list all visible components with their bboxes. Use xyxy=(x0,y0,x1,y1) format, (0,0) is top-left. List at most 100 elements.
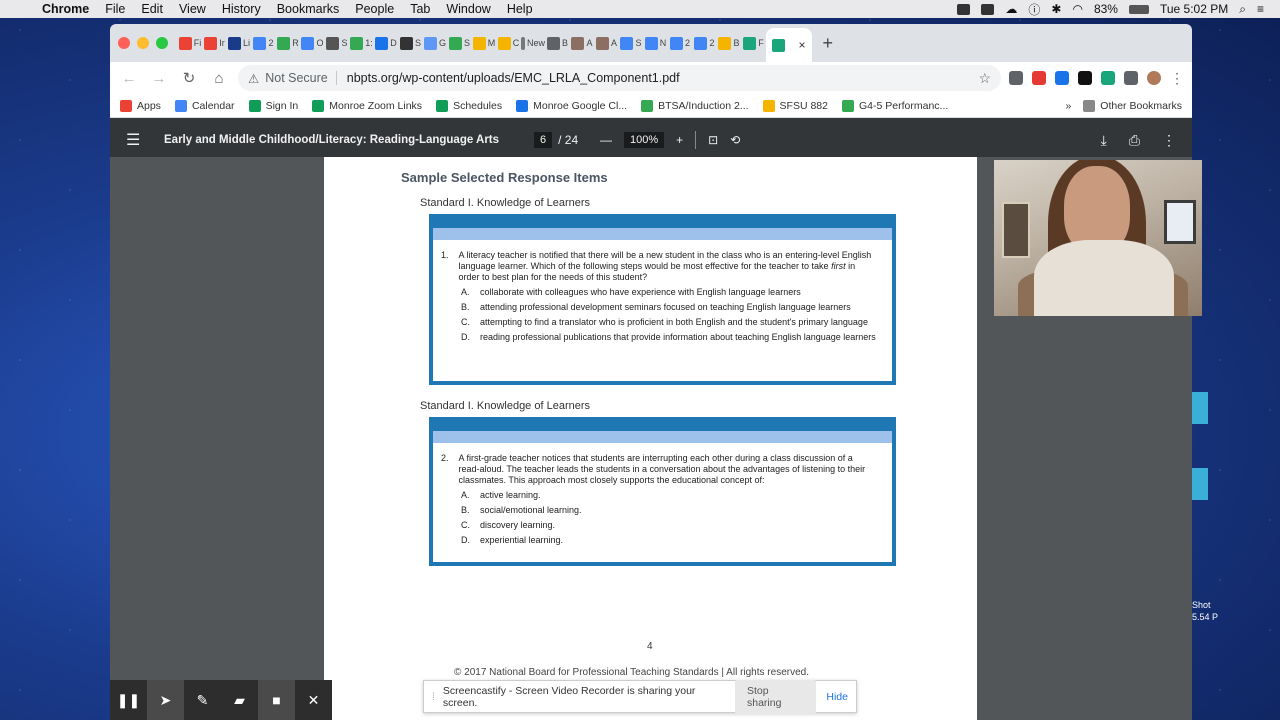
puzzle-extensions-icon[interactable] xyxy=(1124,71,1138,85)
profile-avatar[interactable] xyxy=(1147,71,1161,85)
extension-icon[interactable] xyxy=(1078,71,1092,85)
tab[interactable]: 2 xyxy=(693,28,717,58)
tab[interactable]: B xyxy=(717,28,741,58)
menu-window[interactable]: Window xyxy=(438,2,498,16)
extension-icon[interactable] xyxy=(1009,71,1023,85)
menu-tab[interactable]: Tab xyxy=(402,2,438,16)
hamburger-menu-icon[interactable]: ☰ xyxy=(126,130,148,150)
tab[interactable]: R xyxy=(276,28,300,58)
desktop-icon[interactable] xyxy=(1192,392,1208,424)
screencastify-status-icon[interactable] xyxy=(981,3,995,15)
menu-help[interactable]: Help xyxy=(499,2,541,16)
pause-icon[interactable]: ❚❚ xyxy=(110,680,147,720)
menu-people[interactable]: People xyxy=(347,2,402,16)
tab[interactable]: S xyxy=(399,28,423,58)
print-icon[interactable]: ⎙ xyxy=(1129,132,1140,149)
close-tab-icon[interactable]: × xyxy=(798,38,805,52)
bookmark-star-icon[interactable]: ☆ xyxy=(978,70,991,87)
tab[interactable]: Ir xyxy=(203,28,227,58)
tab[interactable]: F xyxy=(742,28,766,58)
zoom-window-button[interactable] xyxy=(156,37,168,49)
back-arrow-icon[interactable]: ← xyxy=(118,70,140,87)
menu-history[interactable]: History xyxy=(214,2,269,16)
reload-icon[interactable]: ↻ xyxy=(178,69,200,87)
kebab-menu-icon[interactable]: ⋮ xyxy=(1170,70,1184,87)
tab[interactable]: 2 xyxy=(252,28,276,58)
new-tab-button[interactable]: + xyxy=(823,33,834,54)
tab[interactable]: O xyxy=(301,28,325,58)
tab[interactable]: D xyxy=(374,28,398,58)
bookmark-item[interactable]: Sign In xyxy=(248,99,298,112)
eraser-icon[interactable]: ▰ xyxy=(221,680,258,720)
page-input[interactable]: 6 xyxy=(534,132,553,148)
tab[interactable]: Li xyxy=(227,28,251,58)
bluetooth-icon[interactable]: ✱ xyxy=(1051,2,1061,16)
bookmark-item[interactable]: Apps xyxy=(120,99,161,112)
bookmark-item[interactable]: Calendar xyxy=(174,99,235,112)
menu-edit[interactable]: Edit xyxy=(133,2,171,16)
tab[interactable]: 1: xyxy=(350,28,374,58)
bookmark-item[interactable]: G4-5 Performanc... xyxy=(842,99,948,112)
tab[interactable]: A xyxy=(570,28,594,58)
menu-view[interactable]: View xyxy=(171,2,214,16)
cloud-icon[interactable]: ☁ xyxy=(1005,2,1017,16)
desktop-icon[interactable] xyxy=(1192,468,1208,500)
bookmark-item[interactable]: Monroe Google Cl... xyxy=(516,99,627,112)
bookmark-item[interactable]: Monroe Zoom Links xyxy=(312,99,422,112)
chevron-more-icon[interactable]: » xyxy=(1065,100,1071,112)
tab[interactable]: C xyxy=(497,28,521,58)
rotate-icon[interactable]: ⟲ xyxy=(730,133,740,147)
other-bookmarks[interactable]: Other Bookmarks xyxy=(1083,99,1182,112)
tab[interactable]: S xyxy=(619,28,643,58)
bookmark-item[interactable]: SFSU 882 xyxy=(762,99,828,112)
tab[interactable]: S xyxy=(325,28,349,58)
close-window-button[interactable] xyxy=(118,37,130,49)
wifi-icon[interactable]: ◠ xyxy=(1072,2,1082,16)
fit-page-icon[interactable]: ⊡ xyxy=(708,133,718,147)
tab[interactable]: New xyxy=(521,28,545,58)
more-options-icon[interactable]: ⋮ xyxy=(1162,132,1176,149)
webcam-toggle-icon[interactable]: ■ xyxy=(258,680,295,720)
forward-arrow-icon[interactable]: → xyxy=(148,70,170,87)
tab-active[interactable]: × xyxy=(766,28,812,62)
webcam-overlay[interactable] xyxy=(994,160,1202,316)
tab[interactable]: S xyxy=(448,28,472,58)
zoom-in-icon[interactable]: + xyxy=(676,133,683,147)
extension-icon[interactable] xyxy=(1101,71,1115,85)
download-icon[interactable]: ⤓ xyxy=(1101,132,1107,149)
drag-handle-icon[interactable]: ⁞ xyxy=(432,691,435,703)
camera-status-icon[interactable] xyxy=(957,3,971,15)
home-icon[interactable]: ⌂ xyxy=(208,70,230,87)
tab[interactable]: A xyxy=(595,28,619,58)
menu-bookmarks[interactable]: Bookmarks xyxy=(269,2,348,16)
zoom-out-icon[interactable]: — xyxy=(600,133,612,147)
bookmark-item[interactable]: Schedules xyxy=(436,99,502,112)
close-icon[interactable]: ✕ xyxy=(295,680,332,720)
info-icon[interactable]: ⓘ xyxy=(1028,1,1040,18)
tab[interactable]: Fi xyxy=(178,28,202,58)
tab[interactable]: B xyxy=(546,28,570,58)
minimize-window-button[interactable] xyxy=(137,37,149,49)
stop-sharing-button[interactable]: Stop sharing xyxy=(735,679,817,714)
extension-icon[interactable] xyxy=(1032,71,1046,85)
menu-file[interactable]: File xyxy=(97,2,133,16)
tab[interactable]: N xyxy=(644,28,668,58)
spotlight-search-icon[interactable]: ⌕ xyxy=(1239,2,1246,17)
warning-icon[interactable]: ⚠ xyxy=(248,71,259,86)
tab[interactable]: 2 xyxy=(668,28,692,58)
zoom-extension-icon[interactable] xyxy=(1055,71,1069,85)
hide-banner-button[interactable]: Hide xyxy=(826,691,848,703)
battery-icon[interactable] xyxy=(1128,4,1149,14)
pen-icon[interactable]: ✎ xyxy=(184,680,221,720)
url-text[interactable]: nbpts.org/wp-content/uploads/EMC_LRLA_Co… xyxy=(347,71,680,85)
control-center-icon[interactable]: ≡ xyxy=(1257,2,1264,16)
menubar-clock[interactable]: Tue 5:02 PM xyxy=(1160,2,1228,16)
cursor-icon[interactable]: ➤ xyxy=(147,680,184,720)
bookmark-item[interactable]: BTSA/Induction 2... xyxy=(641,99,749,112)
address-bar[interactable]: ⚠ Not Secure nbpts.org/wp-content/upload… xyxy=(238,65,1001,91)
zoom-input[interactable]: 100% xyxy=(624,132,665,148)
tab[interactable]: G xyxy=(423,28,447,58)
security-label[interactable]: Not Secure xyxy=(265,71,337,85)
tab[interactable]: M xyxy=(472,28,496,58)
menu-app-name[interactable]: Chrome xyxy=(34,2,97,16)
